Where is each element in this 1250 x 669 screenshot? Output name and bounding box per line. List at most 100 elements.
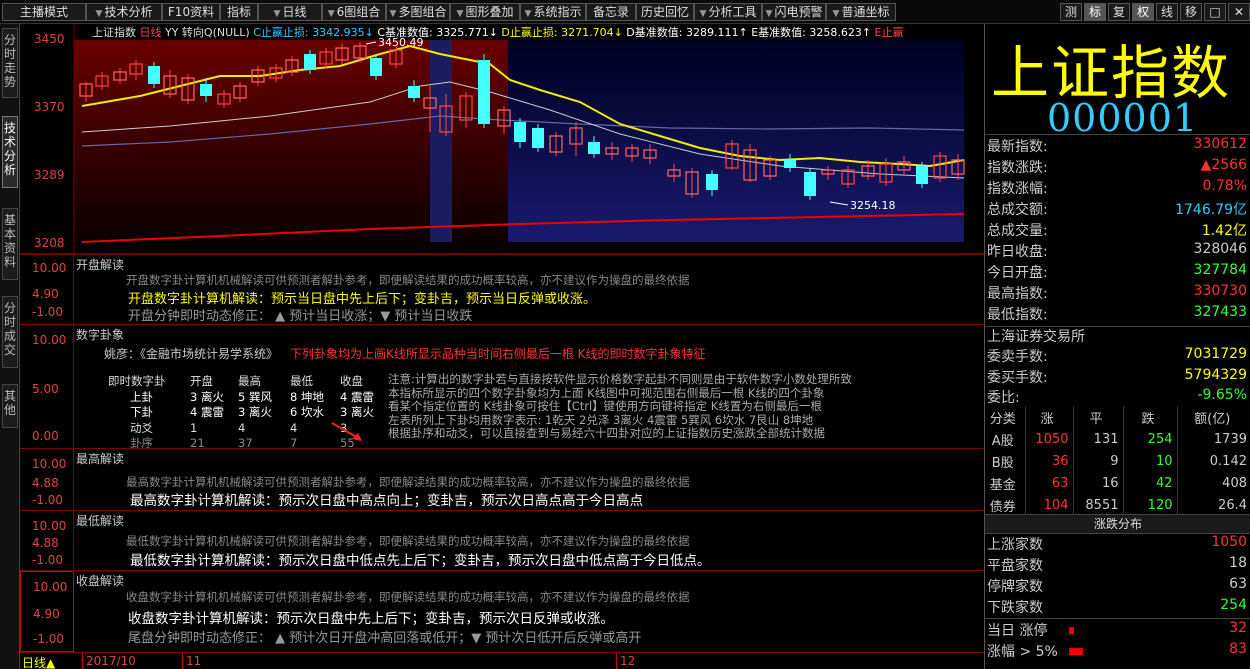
limit-bar [1069, 627, 1074, 634]
table-row[interactable]: B股 36 9 10 0.142 [985, 450, 1250, 472]
table-header: 平 [1073, 406, 1124, 428]
panel-hexagram-title: 数字卦象 [76, 328, 125, 342]
y-tick-3450: 3450 [34, 32, 65, 46]
quote-value: 1746.79亿 [1175, 202, 1247, 218]
toolbar-line-button[interactable]: 线 [1156, 3, 1178, 21]
y-tick: 10.00 [32, 519, 67, 533]
toolbar-6chart-button[interactable]: ▼ 6图组合 [322, 3, 386, 21]
toolbar-multichart-button[interactable]: ▼ 多图组合 [386, 3, 450, 21]
quote-label: 总成交量: [987, 223, 1048, 239]
table-cell: 债券 [985, 494, 1026, 516]
toolbar-tech-analysis-button[interactable]: ▼ 技术分析 [86, 3, 162, 21]
window-close-icon[interactable]: ✕ [1228, 3, 1250, 21]
candle-body-down [370, 58, 382, 76]
table-cell: 16 [1073, 472, 1124, 494]
distribution-header[interactable]: 涨跌分布 [985, 514, 1250, 534]
table-header: 最高 [238, 374, 261, 388]
date-label: 11 [186, 654, 202, 668]
hexagram-notes: 注意:计算出的数字卦若与直接按软件显示价格数字起卦不同则是由于软件数字小数处理所… [388, 372, 852, 441]
chart-mode: YY 转向Q(NULL) [165, 26, 250, 39]
y-tick: -1.00 [33, 632, 65, 646]
table-cell: 动爻 [130, 420, 153, 435]
hexagram-author: 姚彦：《金融市场统计易学系统》 [104, 347, 279, 361]
c-stop-label: C止赢止损: [253, 26, 309, 39]
table-cell: 26.4 [1218, 497, 1247, 513]
market-breadth-table: 分类 涨 平 跌 额(亿) A股 1050 131 254 1739 B股 36… [985, 406, 1250, 516]
table-cell: 6 坎水 [290, 405, 324, 419]
toolbar-system-indicator-button[interactable]: ▼ 系统指示 [520, 3, 586, 21]
quote-value: 0.78% [1202, 178, 1247, 194]
quote-row: 委比: -9.65% [985, 387, 1250, 408]
toolbar-measure-button[interactable]: 测 [1060, 3, 1082, 21]
toolbar-history-button[interactable]: 历史回忆 [636, 3, 694, 21]
low-price-label: 3254.18 [850, 199, 896, 212]
y-tick: 10.00 [33, 580, 68, 594]
table-row[interactable]: 债券 104 8551 120 26.4 [985, 494, 1250, 516]
table-cell: 3 离火 [190, 389, 224, 404]
y-tick-3289: 3289 [34, 168, 65, 182]
tab-other[interactable]: 其他 [2, 384, 18, 428]
quote-label: 最新指数: [987, 139, 1048, 155]
table-cell: 4 震雷 [340, 389, 374, 404]
quote-label: 最高指数: [987, 286, 1048, 302]
tab-tech-analysis[interactable]: 技术分析 [2, 116, 18, 188]
quote-label: 平盘家数 [987, 558, 1043, 574]
quote-label: 委买手数: [987, 369, 1048, 386]
table-cell: 1 [190, 420, 198, 435]
table-row[interactable]: A股 1050 131 254 1739 [985, 428, 1250, 450]
table-row[interactable]: 基金 63 16 42 408 [985, 472, 1250, 494]
period-indicator[interactable]: 日线▲ [22, 654, 55, 669]
toolbar-rights-button[interactable]: 权 [1132, 3, 1154, 21]
quote-label: 委卖手数: [987, 349, 1048, 365]
toolbar-move-button[interactable]: 移 [1180, 3, 1202, 21]
chart-header: 上证指数 日线 YY 转向Q(NULL) C止赢止损: 3342.935↓ C基… [92, 24, 904, 39]
toolbar-overlay-button[interactable]: ▼ 图形叠加 [450, 3, 520, 21]
quote-label: 昨日收盘: [987, 244, 1048, 260]
quote-row: 最新指数: 330612 [985, 136, 1250, 157]
quote-row: 总成交额: 1746.79亿 [985, 199, 1250, 220]
quote-label: 停牌家数 [987, 579, 1043, 595]
toolbar-flash-alert-button[interactable]: ▼ 闪电预警 [762, 3, 826, 21]
quote-row: 今日开盘: 327784 [985, 262, 1250, 283]
tab-intraday[interactable]: 分时走势 [2, 28, 18, 98]
quote-label: 今日开盘: [987, 265, 1048, 281]
panel-low-main: 最低数字卦计算机解读：预示次日盘中低点先上后下；变卦吉，预示次日盘中低点高于今日… [130, 553, 711, 569]
tab-fundamentals[interactable]: 基本资料 [2, 208, 18, 280]
toolbar-mark-button[interactable]: 标 [1084, 3, 1106, 21]
toolbar-f10-button[interactable]: F10资料 [162, 3, 220, 21]
kline-chart[interactable]: 3450.49 3254.18 [20, 24, 984, 254]
toolbar-period-button[interactable]: ▼ 日线 [258, 3, 322, 21]
exchange-row: 上海证券交易所 [985, 326, 1250, 347]
toolbar-restore-button[interactable]: 复 [1108, 3, 1130, 21]
toolbar-memo-button[interactable]: 备忘录 [586, 3, 636, 21]
panel-low-title: 最低解读 [76, 514, 125, 528]
candle-body-down [200, 84, 212, 96]
table-cell: 4 [238, 420, 246, 435]
tab-intraday-trades[interactable]: 分时成交 [2, 296, 18, 368]
quote-row: 停牌家数 63 [985, 576, 1250, 597]
quote-label: 总成交额: [987, 202, 1048, 218]
panel-high-title: 最高解读 [76, 452, 125, 466]
divider [985, 618, 1250, 619]
toolbar-analysis-tools-button[interactable]: ▼ 分析工具 [694, 3, 762, 21]
quote-label: 指数涨跌: [987, 160, 1048, 176]
e-base-label: E基准数值: [751, 26, 806, 39]
quote-row: 总成交量: 1.42亿 [985, 220, 1250, 241]
d-stop-label: D止赢止损: [501, 26, 558, 39]
window-restore-icon[interactable]: □ [1204, 3, 1226, 21]
table-row: 下卦 4 震雷 3 离火 6 坎水 3 离火 [108, 405, 392, 420]
date-tick [82, 653, 83, 669]
candle-body-down [706, 174, 718, 190]
toolbar-coordinate-button[interactable]: ▼ 普通坐标 [826, 3, 896, 21]
toolbar-anchor-mode-button[interactable]: 主播模式 [2, 3, 86, 21]
panel-hexagram-yaxis: 10.00 5.00 0.00 [20, 325, 74, 448]
candle-body-down [804, 172, 816, 196]
quote-row: 最高指数: 330730 [985, 283, 1250, 304]
d-base-label: D基准数值: [626, 26, 683, 39]
top-toolbar: 主播模式 ▼ 技术分析 F10资料 指标 ▼ 日线 ▼ 6图组合 ▼ 多图组合 ▼ 图形叠… [0, 0, 1250, 24]
quote-value: 327784 [1193, 262, 1247, 278]
table-cell: 104 [1025, 494, 1074, 516]
toolbar-indicator-button[interactable]: 指标 [220, 3, 258, 21]
candle-body-down [478, 60, 490, 124]
panel-open-title: 开盘解读 [76, 258, 125, 272]
